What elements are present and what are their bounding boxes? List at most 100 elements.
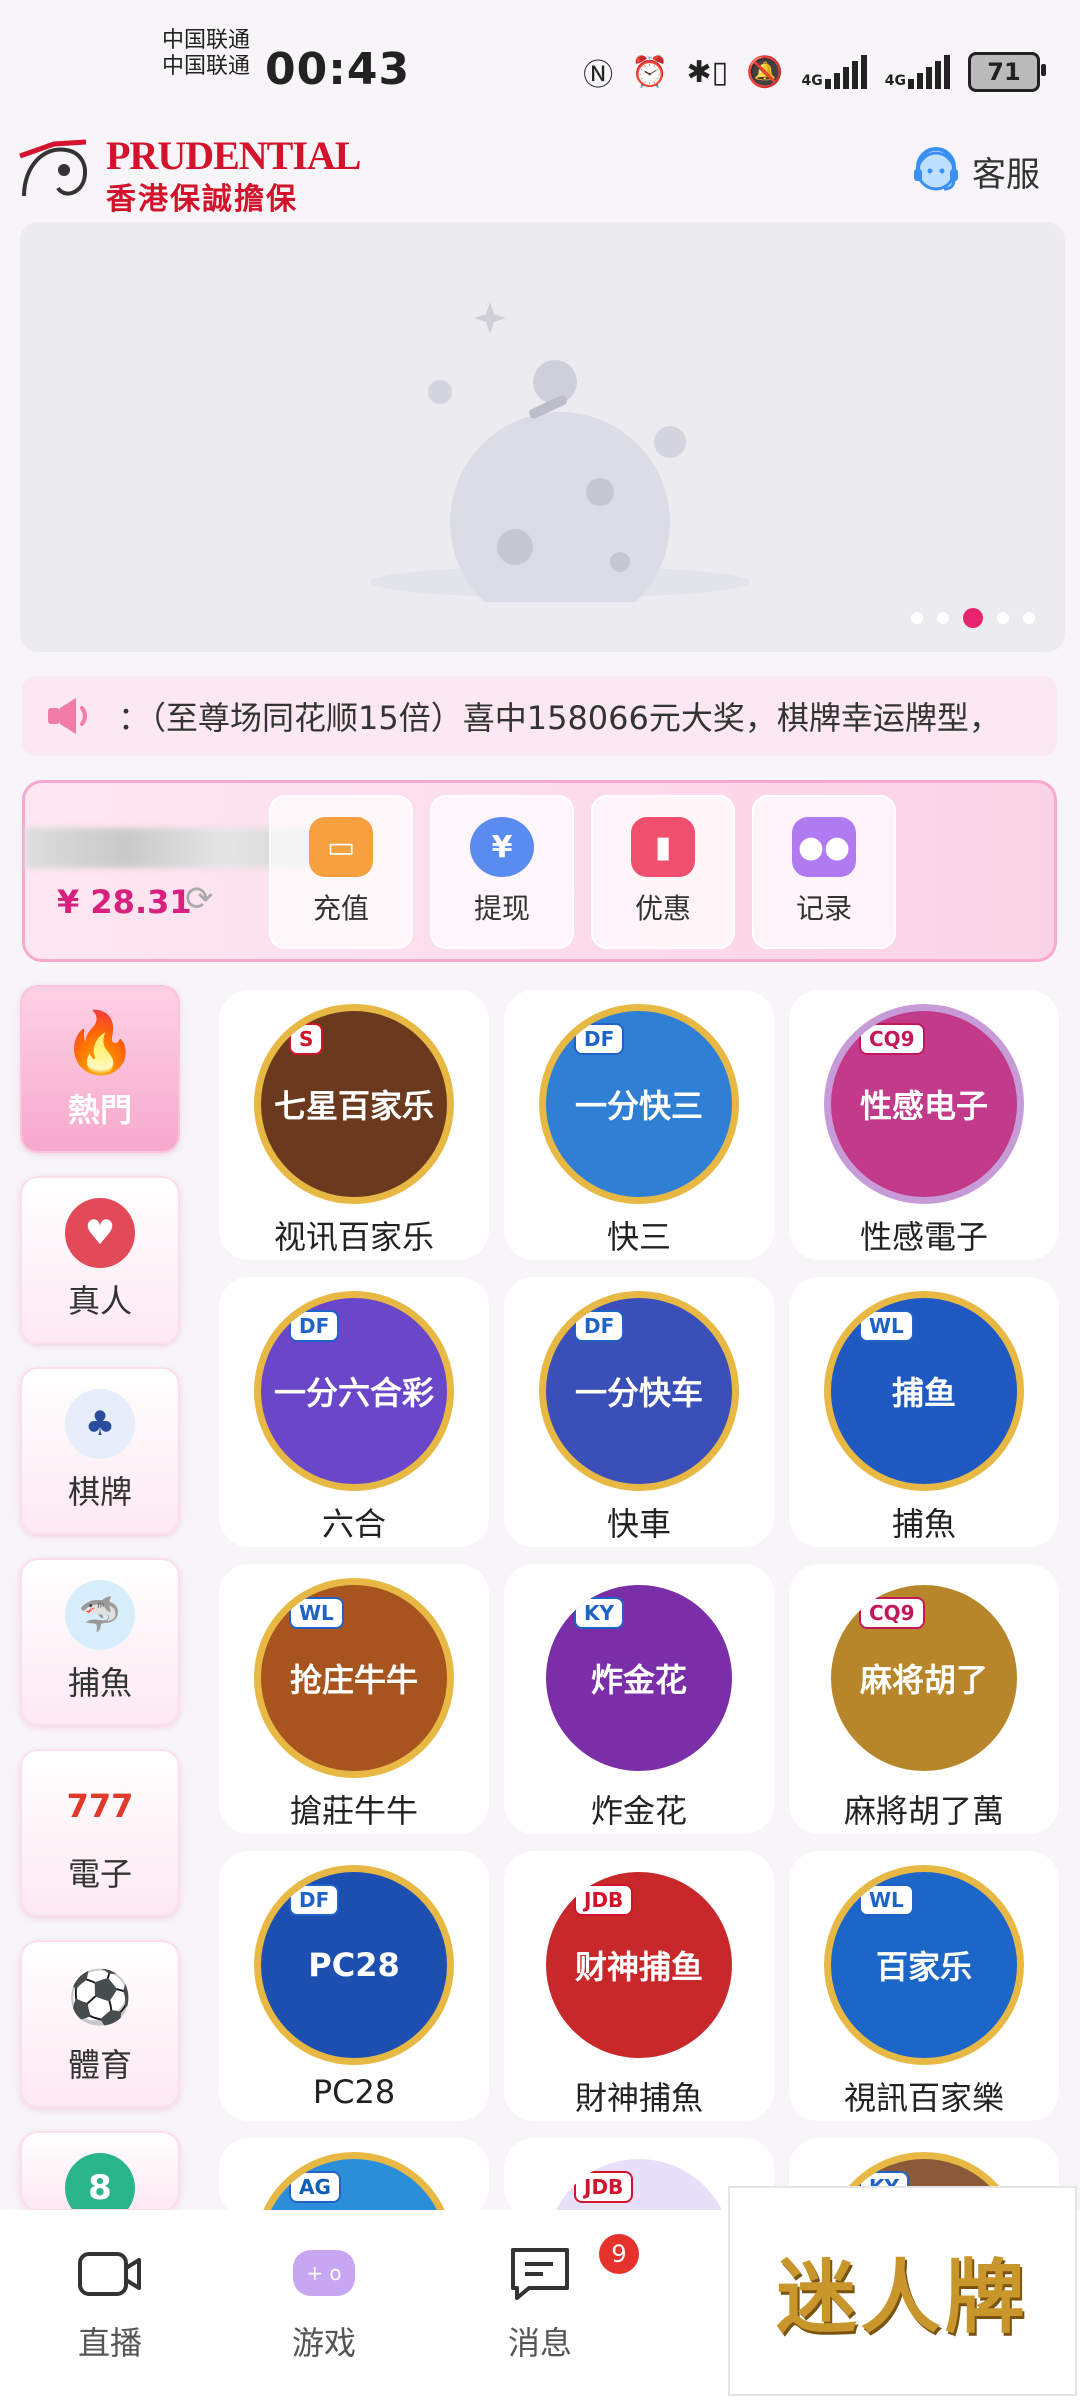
signal-bars-icon	[908, 55, 950, 89]
account-panel: ¥ 28.31 ⟳ ▭ 充值 ¥ 提现 ▮ 优惠 ●● 记录	[22, 780, 1057, 962]
clock: 00:43	[265, 44, 411, 95]
category-lottery[interactable]: 8	[20, 2131, 180, 2211]
game-tile[interactable]: DF 一分六合彩 六合	[219, 1277, 489, 1547]
chip-icon: ♥	[65, 1198, 135, 1268]
carousel-dot[interactable]	[1023, 612, 1035, 624]
game-label: 性感電子	[859, 1218, 988, 1256]
game-tile[interactable]: S 七星百家乐 视讯百家乐	[219, 990, 489, 1260]
game-label: 炸金花	[590, 1792, 687, 1830]
status-icons: Ⓝ ⏰ ✱▯ 🔕 4G 4G 71	[583, 50, 1046, 94]
speaker-icon	[48, 698, 87, 734]
category-label: 熱門	[67, 1091, 132, 1129]
watermark-logo: 迷人牌	[728, 2186, 1077, 2396]
category-cards[interactable]: ♣ 棋牌	[20, 1367, 180, 1535]
records-label: 记录	[795, 892, 852, 925]
signal-1: 4G	[802, 55, 867, 89]
slot-777-icon: 777	[66, 1787, 134, 1825]
game-tile[interactable]: WL 百家乐 視訊百家樂	[789, 1851, 1059, 2121]
gamepad-icon: ●●	[792, 817, 856, 877]
refresh-icon[interactable]: ⟳	[185, 879, 214, 919]
promotion-label: 优惠	[634, 892, 691, 925]
game-tile[interactable]: DF 一分快三 快三	[504, 990, 774, 1260]
battery-icon: 71	[968, 52, 1046, 92]
game-art: DF 一分快三	[539, 1004, 739, 1204]
nav-label: 消息	[507, 2324, 572, 2362]
category-label: 棋牌	[67, 1473, 132, 1511]
game-art: KY 炸金花	[539, 1578, 739, 1778]
carousel-dot-active[interactable]	[963, 608, 983, 628]
nav-label: 游戏	[291, 2324, 356, 2362]
alarm-icon: ⏰	[631, 54, 669, 90]
game-art: JDB 财神捕鱼	[539, 1865, 739, 2065]
mute-icon: 🔕	[746, 54, 784, 90]
game-label: 麻將胡了萬	[843, 1792, 1004, 1830]
empty-moon-illustration	[370, 302, 750, 602]
game-art: WL 抢庄牛牛	[254, 1578, 454, 1778]
game-tile[interactable]: JDB 财神捕鱼 財神捕魚	[504, 1851, 774, 2121]
category-slots[interactable]: 777 電子	[20, 1749, 180, 1917]
game-label: 视讯百家乐	[273, 1218, 434, 1256]
game-art: CQ9 性感电子	[824, 1004, 1024, 1204]
video-camera-icon	[77, 2246, 143, 2300]
game-tile[interactable]: DF 一分快车 快車	[504, 1277, 774, 1547]
withdraw-label: 提现	[473, 892, 530, 925]
game-art: CQ9 麻将胡了	[824, 1578, 1024, 1778]
category-live[interactable]: ♥ 真人	[20, 1176, 180, 1344]
game-tile[interactable]: CQ9 性感电子 性感電子	[789, 990, 1059, 1260]
game-tile[interactable]: WL 抢庄牛牛 搶莊牛牛	[219, 1564, 489, 1834]
marquee-text: ：（至尊场同花顺15倍）喜中158066元大奖，棋牌幸运牌型，	[118, 699, 1001, 737]
game-label: PC28	[312, 2073, 396, 2111]
category-label: 體育	[67, 2046, 132, 2084]
game-label: 快三	[606, 1218, 671, 1256]
records-button[interactable]: ●● 记录	[752, 795, 896, 949]
recharge-button[interactable]: ▭ 充值	[269, 795, 413, 949]
wallet-icon: ▭	[309, 817, 373, 877]
category-fishing[interactable]: 🦈 捕魚	[20, 1558, 180, 1726]
game-label: 六合	[321, 1505, 386, 1543]
game-art: WL 捕鱼	[824, 1291, 1024, 1491]
game-art: DF PC28	[254, 1865, 454, 2065]
soccer-ball-icon: ⚽	[67, 1967, 133, 2028]
game-label: 快車	[606, 1505, 671, 1543]
category-sports[interactable]: ⚽ 體育	[20, 1940, 180, 2108]
nav-live[interactable]: 直播	[30, 2246, 190, 2364]
nfc-icon: Ⓝ	[583, 58, 614, 93]
prudential-logo: PRUDENTIAL 香港保誠擔保	[14, 130, 361, 217]
carousel-dot[interactable]	[911, 612, 923, 624]
game-tile[interactable]: CQ9 麻将胡了 麻將胡了萬	[789, 1564, 1059, 1834]
headset-icon	[914, 147, 958, 191]
game-art: WL 百家乐	[824, 1865, 1024, 2065]
balance: ¥ 28.31	[57, 883, 192, 921]
game-tile[interactable]: AG	[219, 2138, 489, 2218]
lottery-ball-icon: 8	[65, 2153, 135, 2209]
flame-icon: 🔥	[62, 1007, 138, 1078]
gamepad-icon: + o	[291, 2246, 357, 2300]
category-label: 真人	[67, 1282, 132, 1320]
game-art: DF 一分六合彩	[254, 1291, 454, 1491]
nav-messages[interactable]: 9 消息	[460, 2234, 639, 2364]
yen-coin-icon: ¥	[470, 817, 534, 877]
game-label: 捕魚	[891, 1505, 956, 1543]
carousel-dot[interactable]	[937, 612, 949, 624]
message-icon: 9	[507, 2234, 639, 2300]
customer-service-button[interactable]: 客服	[910, 145, 1040, 197]
category-hot[interactable]: 🔥 熱門	[20, 985, 180, 1153]
carousel-indicator	[911, 608, 1035, 628]
game-tile[interactable]: DF PC28 PC28	[219, 1851, 489, 2121]
nav-label: 直播	[77, 2324, 142, 2362]
status-bar: 中国联通 中国联通 00:43 Ⓝ ⏰ ✱▯ 🔕 4G 4G 71	[0, 0, 1080, 130]
logo-text: PRUDENTIAL	[106, 133, 361, 178]
recharge-label: 充值	[312, 892, 369, 925]
game-tile[interactable]: WL 捕鱼 捕魚	[789, 1277, 1059, 1547]
carousel-dot[interactable]	[997, 612, 1009, 624]
promotion-button[interactable]: ▮ 优惠	[591, 795, 735, 949]
withdraw-button[interactable]: ¥ 提现	[430, 795, 574, 949]
logo-figure-icon	[19, 139, 87, 197]
ticket-icon: ▮	[631, 817, 695, 877]
bluetooth-vibrate-icon: ✱▯	[686, 54, 729, 90]
banner-carousel[interactable]	[20, 222, 1065, 652]
game-tile[interactable]: KY 炸金花 炸金花	[504, 1564, 774, 1834]
nav-games[interactable]: + o 游戏	[244, 2246, 404, 2364]
announcement-marquee[interactable]: ：（至尊场同花顺15倍）喜中158066元大奖，棋牌幸运牌型，	[22, 676, 1057, 756]
category-label: 電子	[67, 1855, 132, 1893]
